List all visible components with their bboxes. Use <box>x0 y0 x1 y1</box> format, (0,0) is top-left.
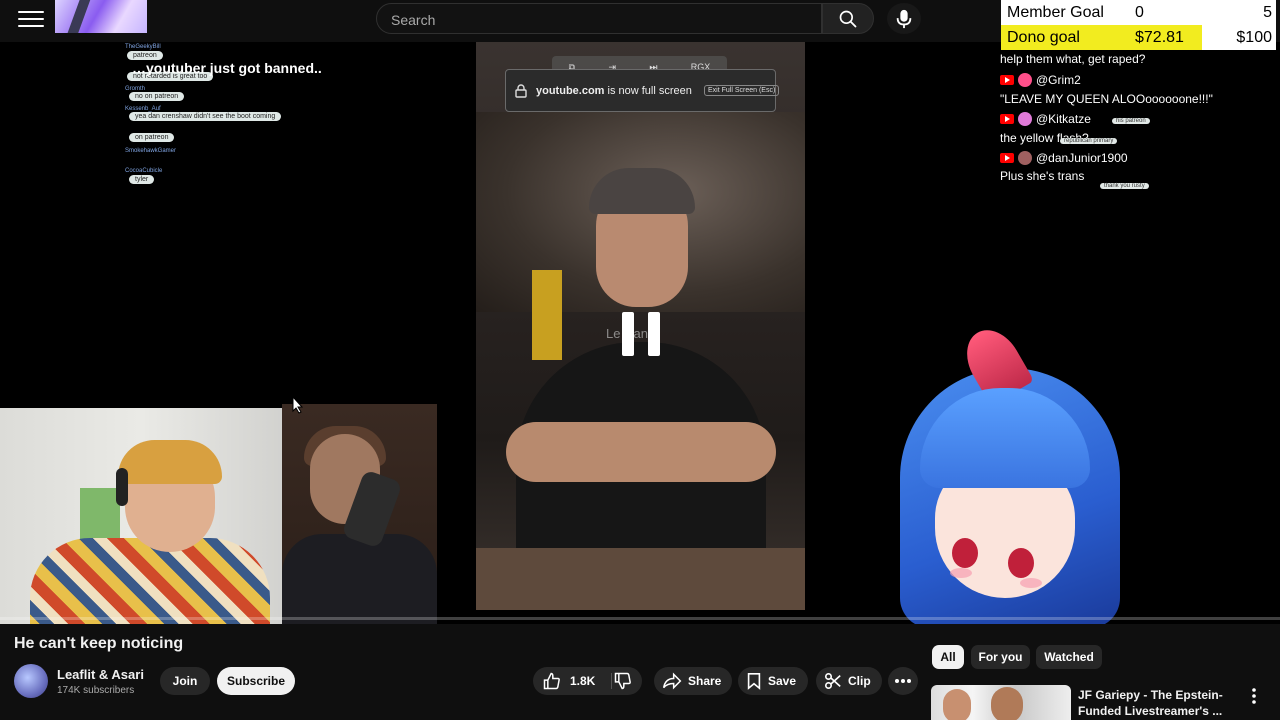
like-divider <box>611 673 612 689</box>
member-goal-target: 5 <box>1263 4 1272 21</box>
chat-username: CocoaCubicle <box>125 168 163 174</box>
youtube-icon <box>1000 153 1014 163</box>
chat-user: @danJunior1900 <box>1000 151 1128 165</box>
search-icon <box>839 10 857 27</box>
more-actions-button[interactable] <box>888 667 918 695</box>
dono-goal-current: $72.81 <box>1135 29 1184 46</box>
yellow-cap <box>118 440 222 484</box>
chat-username: SmokehawkGamer <box>125 148 177 154</box>
vtuber-avatar <box>880 328 1130 624</box>
join-button[interactable]: Join <box>160 667 210 695</box>
search-input[interactable] <box>389 4 813 35</box>
pause-icon[interactable] <box>622 312 660 356</box>
chat-avatar <box>1018 151 1032 165</box>
dono-goal-row: Dono goal $72.81 $100 <box>1001 25 1276 50</box>
center-video-feed[interactable]: Le…an ⧉ ⇥ ⏭ RGX <box>476 42 805 610</box>
dono-goal-label: Dono goal <box>1007 29 1080 46</box>
chat-user: @Kitkatze <box>1000 112 1091 126</box>
recommendation-thumbnail[interactable] <box>931 685 1071 720</box>
avatar-eye <box>952 538 978 568</box>
member-goal-label: Member Goal <box>1007 4 1104 21</box>
yellow-chair <box>532 270 562 360</box>
search-button[interactable] <box>822 3 874 34</box>
person-arms <box>506 422 776 482</box>
overlay-headline: …youtuber just got banned.. <box>132 60 322 76</box>
channel-name[interactable]: Leaflit & Asari <box>57 667 144 682</box>
share-icon <box>662 672 682 690</box>
fullscreen-notification: youtube.com is now full screen Exit Full… <box>505 69 780 112</box>
recommendation-title[interactable]: JF Gariepy - The Epstein-Funded Livestre… <box>1078 687 1238 719</box>
filter-chip-watched[interactable]: Watched <box>1036 645 1102 669</box>
chat-message: Plus she's trans <box>1000 169 1085 183</box>
mouse-cursor-icon <box>292 395 304 419</box>
like-count[interactable]: 1.8K <box>570 674 595 688</box>
body <box>282 534 437 624</box>
headset <box>116 468 128 506</box>
avatar-blush <box>1020 578 1042 588</box>
lock-icon <box>515 84 527 98</box>
chat-message: "LEAVE MY QUEEN ALOOoooooone!!!" <box>1000 92 1213 106</box>
share-button[interactable]: Share <box>654 667 732 695</box>
share-label: Share <box>688 674 722 688</box>
left-webcam <box>0 408 282 624</box>
subscribe-button[interactable]: Subscribe <box>217 667 295 695</box>
more-vert-icon[interactable] <box>1252 688 1256 709</box>
mic-icon <box>896 9 912 28</box>
fullscreen-message-text: is now full screen <box>604 85 692 97</box>
chat-chip: on patreon <box>129 133 175 142</box>
menu-icon[interactable] <box>18 8 44 30</box>
fullscreen-message: youtube.com is now full screen <box>536 85 692 97</box>
chat-username: @Kitkatze <box>1036 112 1091 126</box>
chat-avatar <box>1018 73 1032 87</box>
channel-avatar[interactable] <box>14 664 48 698</box>
desk <box>476 548 805 610</box>
progress-bar[interactable] <box>0 617 1280 620</box>
save-label: Save <box>768 674 797 688</box>
dislike-icon[interactable] <box>613 671 633 691</box>
right-chat-overlay: help them what, get raped? @Grim2 "LEAVE… <box>1000 50 1270 200</box>
filter-chip-for-you[interactable]: For you <box>971 645 1030 669</box>
chat-chip: no on patreon <box>129 92 185 101</box>
youtube-icon <box>1000 114 1014 124</box>
save-button[interactable]: Save <box>738 667 808 695</box>
member-goal-current: 0 <box>1135 4 1144 21</box>
chat-chip: patreon <box>127 51 163 60</box>
clip-button[interactable]: Clip <box>816 667 882 695</box>
chat-username: @danJunior1900 <box>1036 151 1128 165</box>
youtube-icon <box>1000 75 1014 85</box>
voice-search-button[interactable] <box>887 3 921 34</box>
like-icon[interactable] <box>542 671 562 691</box>
fullscreen-domain: youtube.com <box>536 85 605 97</box>
clip-label: Clip <box>848 674 871 688</box>
chat-username: @Grim2 <box>1036 73 1081 87</box>
chat-user: @Grim2 <box>1000 73 1081 87</box>
more-icon <box>895 679 911 683</box>
avatar-blush <box>950 568 972 578</box>
member-goal-row: Member Goal 0 5 <box>1001 0 1276 25</box>
dono-goal-target: $100 <box>1236 29 1272 46</box>
chat-message: help them what, get raped? <box>1000 52 1146 66</box>
channel-logo-banner[interactable] <box>55 0 147 33</box>
save-icon <box>747 672 761 690</box>
like-dislike-group: 1.8K <box>533 667 642 695</box>
avatar-eye <box>1008 548 1034 578</box>
search-bar[interactable] <box>376 3 822 35</box>
video-title: He can't keep noticing <box>14 635 184 652</box>
chat-avatar <box>1018 112 1032 126</box>
patterned-shirt <box>30 538 270 624</box>
chat-chip: tyler <box>129 175 155 184</box>
middle-webcam <box>282 404 437 624</box>
chat-chip: yea dan crenshaw didn't see the boot com… <box>129 112 282 121</box>
chat-tag: his patreon <box>1112 118 1150 124</box>
subscriber-count: 174K subscribers <box>57 685 135 696</box>
chat-tag: thank you rusty <box>1100 183 1149 189</box>
filter-chip-all[interactable]: All <box>932 645 964 669</box>
exit-fullscreen-button[interactable]: Exit Full Screen (Esc) <box>704 85 780 96</box>
chat-username: TheGeekyBill <box>125 44 161 50</box>
chat-tag: republican primary <box>1060 138 1118 144</box>
goal-panel: Member Goal 0 5 Dono goal $72.81 $100 <box>1001 0 1276 50</box>
scissors-icon <box>824 672 841 690</box>
